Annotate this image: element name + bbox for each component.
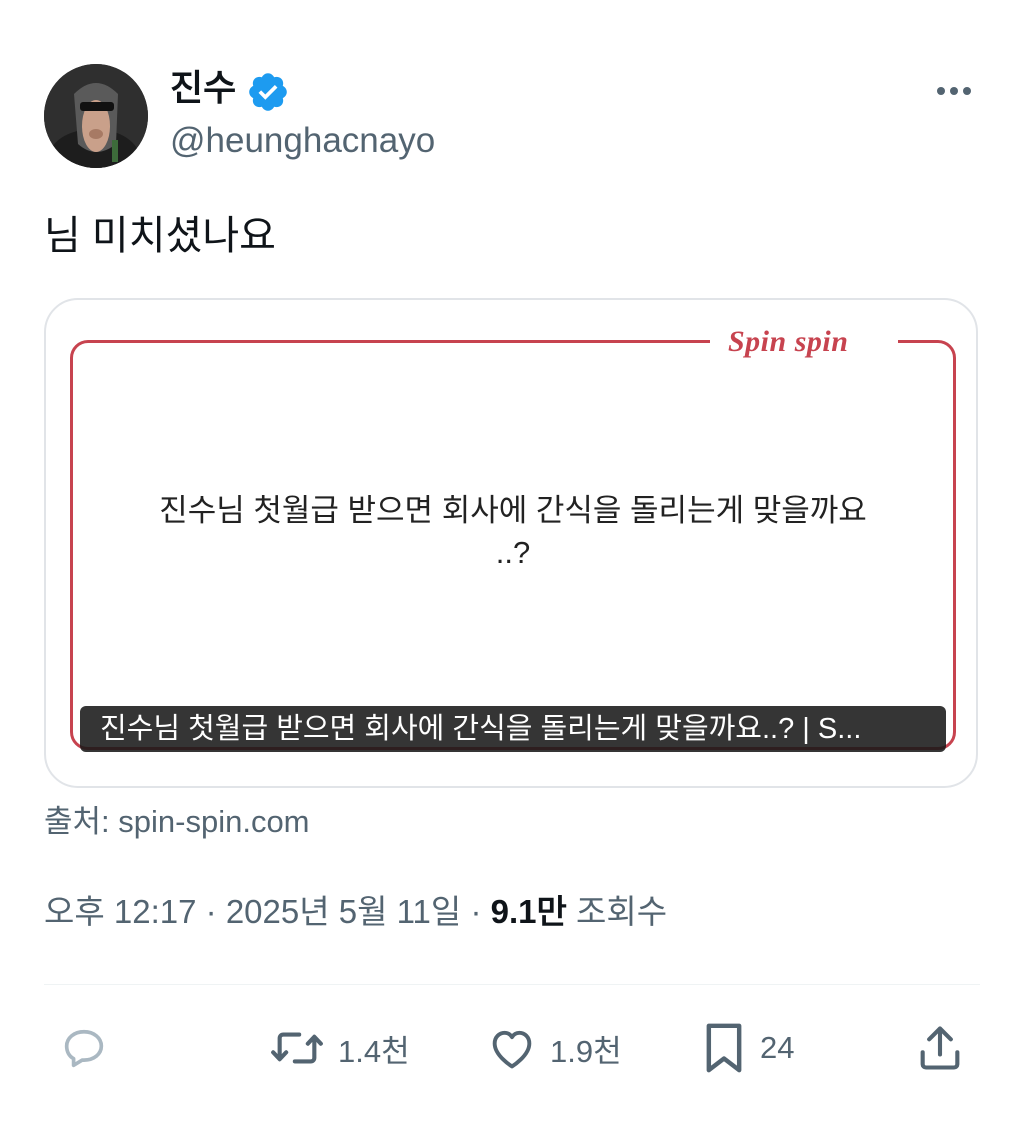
like-count: 1.9천 xyxy=(550,1033,622,1069)
bookmark-icon xyxy=(706,1023,742,1073)
reply-icon xyxy=(64,1029,104,1068)
card-headline: 진수님 첫월급 받으면 회사에 간식을 돌리는게 맞을까요 ..? xyxy=(159,493,867,570)
link-card[interactable]: Spin spin 진수님 첫월급 받으면 회사에 간식을 돌리는게 맞을까요 … xyxy=(44,298,978,788)
more-options-icon[interactable] xyxy=(934,76,974,106)
avatar[interactable] xyxy=(44,64,148,168)
retweet-button[interactable]: 1.4천 xyxy=(268,1020,410,1076)
bookmark-button[interactable]: 24 xyxy=(700,1020,794,1076)
tweet-time[interactable]: 오후 12:17 xyxy=(44,893,196,930)
verified-badge-icon xyxy=(249,73,287,111)
share-button[interactable] xyxy=(914,1020,966,1076)
avatar-image xyxy=(44,64,148,168)
bookmark-count: 24 xyxy=(760,1030,795,1065)
share-icon xyxy=(920,1026,960,1070)
card-source-link[interactable]: 출처: spin-spin.com xyxy=(44,802,310,842)
retweet-icon xyxy=(271,1032,323,1064)
like-button[interactable]: 1.9천 xyxy=(486,1020,622,1076)
view-label: 조회수 xyxy=(576,893,668,930)
card-caption: 진수님 첫월급 받으면 회사에 간식을 돌리는게 맞을까요..? | S... xyxy=(80,706,946,752)
display-name[interactable]: 진수 xyxy=(170,66,236,110)
tweet-meta: 오후 12:17 · 2025년 5월 11일 · 9.1만 조회수 xyxy=(44,890,667,934)
user-handle[interactable]: @heunghacnayo xyxy=(170,118,435,164)
heart-icon xyxy=(492,1030,532,1069)
reply-button[interactable] xyxy=(58,1020,122,1076)
meta-separator: · xyxy=(470,893,491,930)
meta-separator: · xyxy=(205,893,226,930)
view-count: 9.1만 xyxy=(490,893,567,930)
tweet-date[interactable]: 2025년 5월 11일 xyxy=(226,893,461,930)
card-logo: Spin spin xyxy=(728,325,849,358)
tweet-text: 님 미치셨나요 xyxy=(44,214,276,258)
divider xyxy=(44,984,980,985)
retweet-count: 1.4천 xyxy=(338,1033,410,1069)
